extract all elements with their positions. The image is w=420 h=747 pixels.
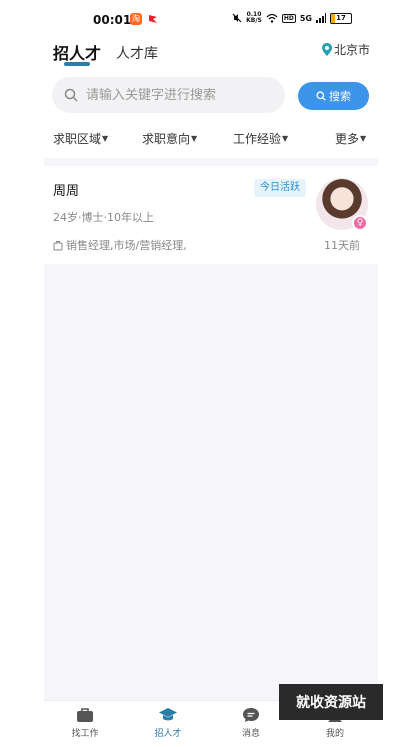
search-button[interactable]: 搜索	[298, 82, 369, 110]
search-bar: 搜索	[44, 70, 378, 120]
mute-icon	[232, 13, 242, 23]
location-pin-icon	[321, 43, 332, 56]
tab-talent-pool[interactable]: 人才库	[116, 43, 158, 63]
job-text: 销售经理,市场/营销经理,	[66, 239, 187, 252]
filter-more[interactable]: 更多 ▼	[335, 130, 366, 147]
battery-indicator: 17	[330, 12, 352, 24]
graduation-cap-icon	[159, 708, 177, 721]
dropdown-arrow-icon: ▼	[191, 134, 198, 143]
briefcase-small-icon	[53, 240, 63, 250]
filter-label: 工作经验	[233, 132, 282, 146]
status-indicators: 0.10 KB/S HD 5G 17	[232, 12, 352, 24]
nav-label: 我的	[325, 729, 344, 739]
dropdown-arrow-icon: ▼	[282, 134, 289, 143]
notification-flag-icon	[149, 15, 157, 23]
city-selector[interactable]: 北京市	[321, 41, 370, 58]
notification-app-icon: 淘	[130, 13, 142, 25]
network-speed: 0.10 KB/S	[246, 11, 262, 24]
last-active-time: 11天前	[324, 239, 360, 252]
status-bar: 00:01 淘 0.10 KB/S HD 5G 17	[44, 0, 378, 40]
watermark-overlay: 就收资源站	[279, 684, 383, 720]
search-field[interactable]	[52, 77, 285, 113]
search-icon	[64, 88, 78, 102]
hd-icon: HD	[281, 13, 296, 23]
dropdown-arrow-icon: ▼	[102, 134, 109, 143]
filter-region[interactable]: 求职区域 ▼	[53, 130, 108, 147]
nav-label: 招人才	[154, 729, 182, 739]
filter-bar: 求职区域 ▼ 求职意向 ▼ 工作经验 ▼ 更多 ▼	[44, 120, 378, 158]
network-type: 5G	[299, 13, 312, 23]
filter-experience[interactable]: 工作经验 ▼	[233, 130, 288, 147]
filter-label: 求职区域	[53, 132, 102, 146]
status-time: 00:01	[93, 13, 132, 27]
female-gender-icon: ♀	[352, 215, 368, 231]
search-button-label: 搜索	[329, 90, 351, 103]
candidate-name: 周周	[53, 184, 80, 199]
nav-recruit-talent[interactable]: 招人才	[138, 707, 198, 739]
city-label: 北京市	[333, 43, 370, 57]
top-tab-bar: 招人才 人才库 北京市	[44, 40, 378, 70]
filter-label: 求职意向	[142, 132, 191, 146]
filter-label: 更多	[335, 132, 360, 146]
app-screen: 00:01 淘 0.10 KB/S HD 5G 17 招人才 人才库 北京市 请…	[44, 0, 378, 747]
nav-label: 找工作	[71, 729, 99, 739]
nav-messages[interactable]: 消息	[221, 707, 281, 739]
dropdown-arrow-icon: ▼	[360, 134, 367, 143]
nav-find-job[interactable]: 找工作	[55, 707, 115, 739]
filter-intention[interactable]: 求职意向 ▼	[142, 130, 197, 147]
candidate-meta: 24岁·博士·10年以上	[53, 211, 154, 224]
tab-recruit-talent[interactable]: 招人才	[53, 40, 101, 64]
candidate-card[interactable]: 周周 今日活跃 24岁·博士·10年以上 销售经理,市场/营销经理, ♀ 11天…	[44, 166, 378, 264]
briefcase-icon	[77, 708, 93, 722]
active-today-badge: 今日活跃	[254, 179, 306, 197]
search-input[interactable]	[86, 87, 266, 103]
signal-icon	[316, 13, 326, 23]
chat-bubble-icon	[243, 708, 259, 722]
candidate-job-intention: 销售经理,市场/营销经理,	[53, 237, 187, 253]
active-tab-indicator	[64, 62, 90, 66]
nav-label: 消息	[241, 729, 260, 739]
wifi-icon	[266, 13, 278, 23]
search-button-icon	[316, 91, 326, 101]
